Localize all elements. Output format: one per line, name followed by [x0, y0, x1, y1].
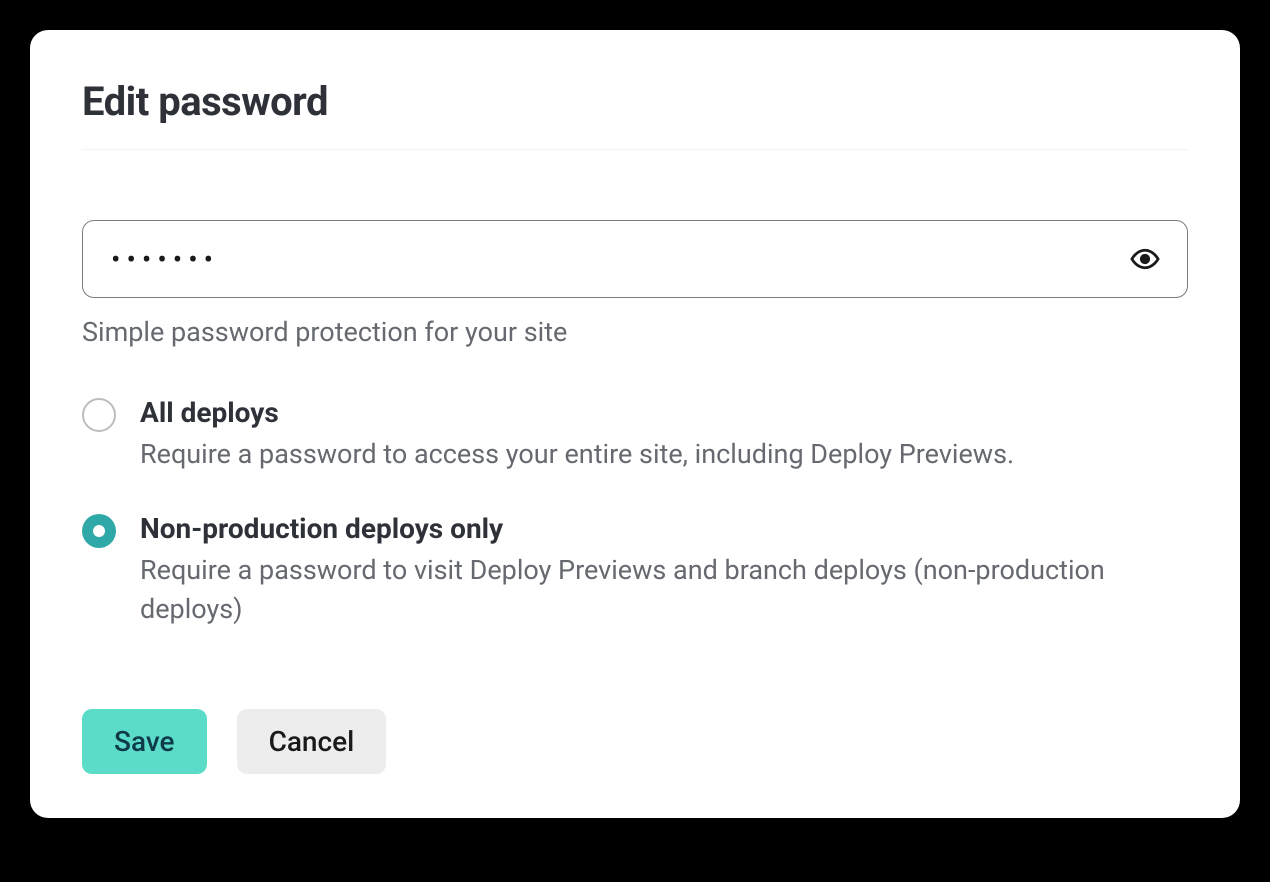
dialog-title: Edit password — [82, 78, 1188, 125]
radio-description: Require a password to visit Deploy Previ… — [140, 551, 1188, 629]
deploy-scope-radio-group: All deploys Require a password to access… — [82, 396, 1188, 629]
radio-content: Non-production deploys only Require a pa… — [140, 512, 1188, 629]
password-input[interactable] — [82, 220, 1188, 298]
cancel-button[interactable]: Cancel — [237, 709, 387, 774]
radio-option-all-deploys[interactable]: All deploys Require a password to access… — [82, 396, 1188, 474]
save-button[interactable]: Save — [82, 709, 207, 774]
toggle-password-visibility-button[interactable] — [1124, 238, 1166, 280]
eye-icon — [1130, 244, 1160, 274]
radio-label: All deploys — [140, 396, 1188, 429]
radio-content: All deploys Require a password to access… — [140, 396, 1188, 474]
radio-label: Non-production deploys only — [140, 512, 1188, 545]
password-field-wrapper — [82, 220, 1188, 298]
password-help-text: Simple password protection for your site — [82, 316, 1188, 348]
radio-indicator — [82, 398, 116, 432]
edit-password-card: Edit password Simple password protection… — [30, 30, 1240, 818]
divider — [82, 149, 1188, 150]
radio-description: Require a password to access your entire… — [140, 435, 1188, 474]
radio-option-non-production[interactable]: Non-production deploys only Require a pa… — [82, 512, 1188, 629]
radio-indicator — [82, 514, 116, 548]
button-row: Save Cancel — [82, 709, 1188, 774]
